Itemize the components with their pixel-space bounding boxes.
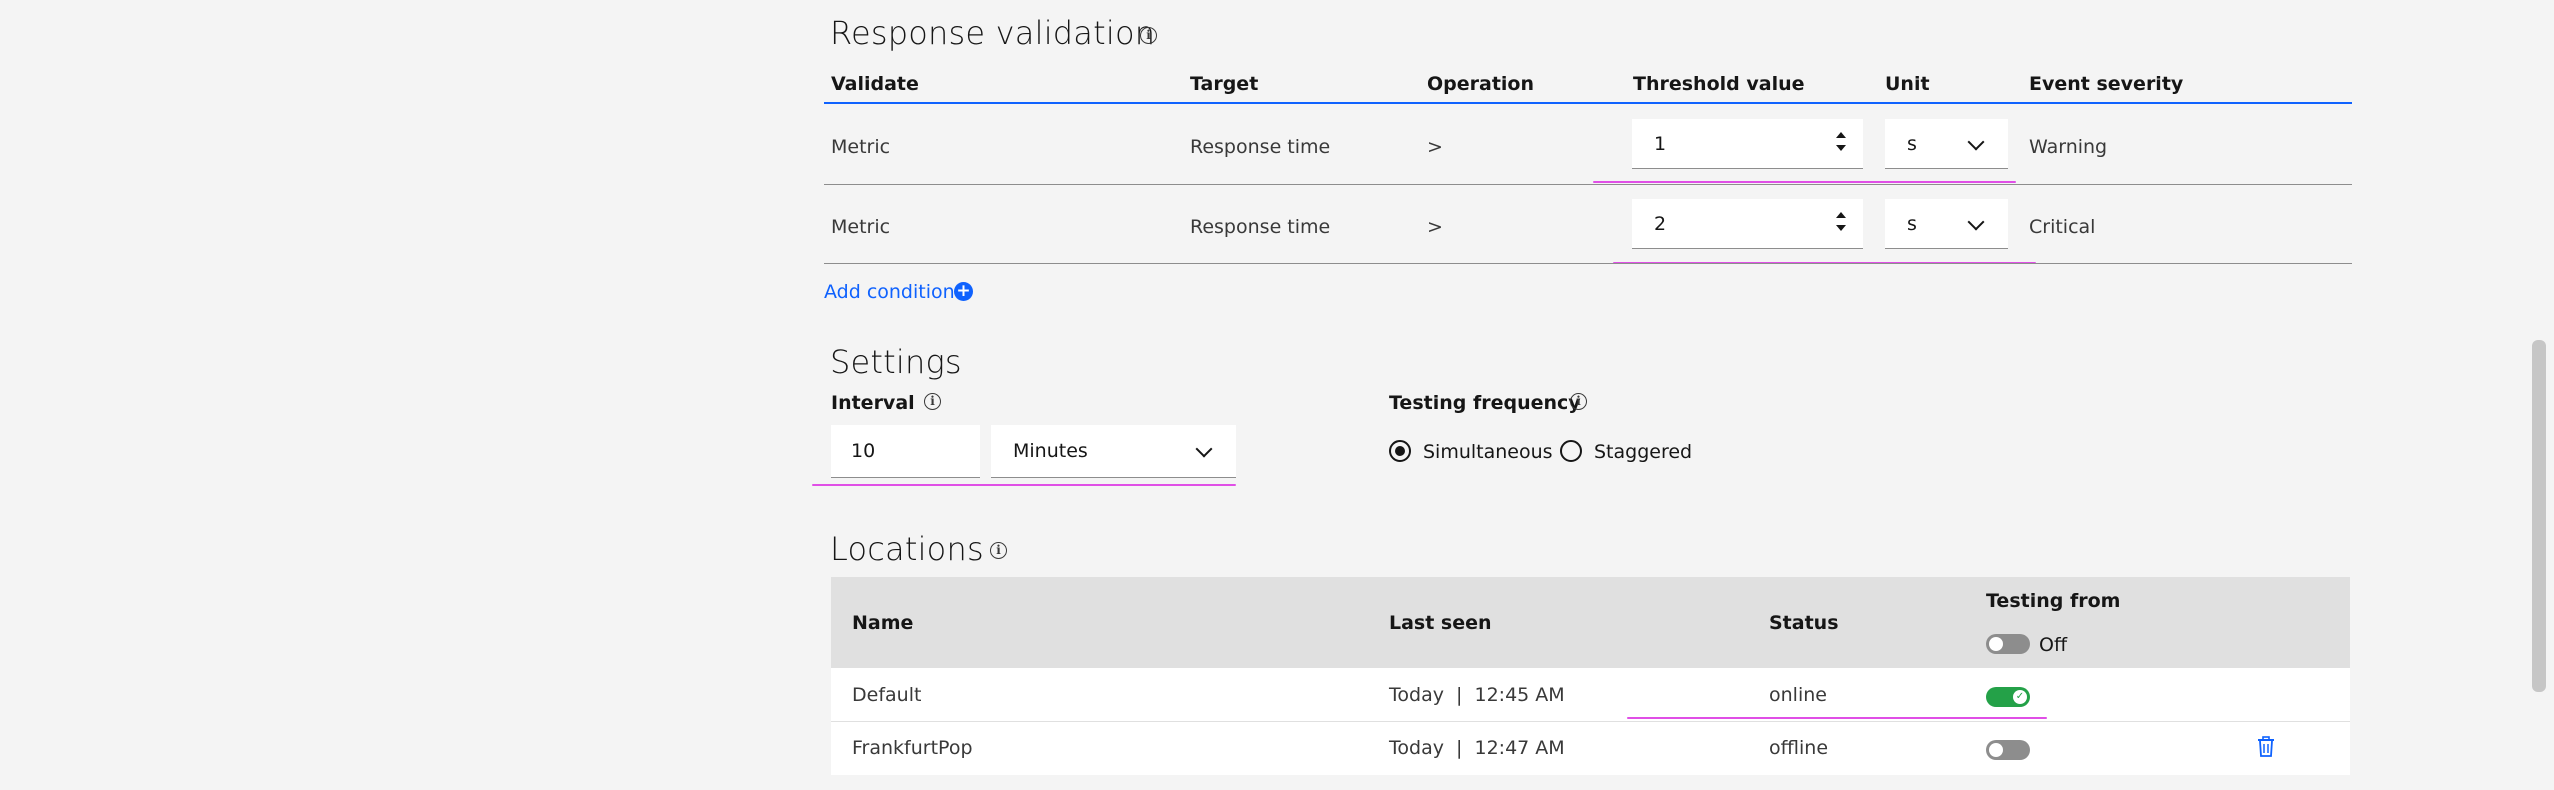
table-row [831, 668, 2350, 721]
response-validation-title: Response validation [830, 14, 1156, 52]
row2-severity: Critical [2029, 216, 2096, 238]
scrollbar-thumb[interactable] [2532, 340, 2546, 692]
unit-value-1: s [1907, 132, 1917, 155]
info-icon[interactable]: i [1570, 393, 1587, 410]
radio-simultaneous[interactable] [1389, 440, 1411, 462]
location-name: FrankfurtPop [852, 737, 973, 759]
testing-from-master-label: Off [2039, 634, 2068, 656]
chevron-down-icon [1967, 213, 1985, 231]
info-icon[interactable]: i [1140, 27, 1157, 44]
annotation-underline [1627, 717, 2047, 719]
unit-select-1[interactable]: s [1885, 119, 2008, 169]
interval-unit-select[interactable]: Minutes [991, 425, 1236, 478]
info-icon[interactable]: i [924, 393, 941, 410]
checkmark-icon: ✓ [2013, 690, 2027, 704]
row2-operation: > [1427, 216, 1443, 238]
threshold-input-2[interactable]: 2 [1632, 199, 1863, 249]
locations-table-header [831, 577, 2350, 668]
row1-target: Response time [1190, 136, 1331, 158]
location-name: Default [852, 684, 922, 706]
location-last-seen: Today | 12:47 AM [1389, 737, 1565, 759]
radio-staggered-label[interactable]: Staggered [1594, 441, 1692, 463]
threshold-input-1[interactable]: 1 [1632, 119, 1863, 169]
testing-frequency-label: Testing frequency [1389, 392, 1581, 414]
info-icon[interactable]: i [990, 542, 1007, 559]
threshold-value-1: 1 [1654, 132, 1667, 155]
col-status: Status [1769, 612, 1839, 634]
trash-icon[interactable] [2257, 736, 2275, 758]
add-condition-link[interactable]: Add condition [824, 281, 955, 303]
annotation-underline [1593, 181, 2016, 183]
radio-staggered[interactable] [1560, 440, 1582, 462]
settings-title: Settings [830, 343, 962, 381]
testing-toggle-frankfurtpop[interactable] [1986, 740, 2030, 760]
testing-toggle-default[interactable]: ✓ [1986, 687, 2030, 707]
number-stepper-icon[interactable] [1835, 132, 1847, 151]
col-target: Target [1190, 73, 1259, 95]
table-row [831, 722, 2350, 775]
row-divider [824, 263, 2352, 264]
unit-value-2: s [1907, 212, 1917, 235]
col-last-seen: Last seen [1389, 612, 1492, 634]
table-header-divider [824, 102, 2352, 104]
unit-select-2[interactable]: s [1885, 199, 2008, 249]
number-stepper-icon[interactable] [1835, 212, 1847, 231]
testing-from-master-toggle[interactable] [1986, 634, 2030, 654]
row2-target: Response time [1190, 216, 1331, 238]
row2-validate: Metric [831, 216, 891, 238]
locations-title: Locations [830, 530, 984, 568]
location-last-seen: Today | 12:45 AM [1389, 684, 1565, 706]
col-name: Name [852, 612, 914, 634]
threshold-value-2: 2 [1654, 212, 1667, 235]
row1-severity: Warning [2029, 136, 2108, 158]
col-validate: Validate [831, 73, 919, 95]
row1-validate: Metric [831, 136, 891, 158]
row-divider [824, 184, 2352, 185]
chevron-down-icon [1967, 133, 1985, 151]
col-testing-from: Testing from [1986, 590, 2121, 612]
interval-unit-value: Minutes [1013, 440, 1088, 462]
col-operation: Operation [1427, 73, 1535, 95]
interval-input[interactable]: 10 [831, 425, 980, 478]
radio-simultaneous-label[interactable]: Simultaneous [1423, 441, 1553, 463]
row1-operation: > [1427, 136, 1443, 158]
col-unit: Unit [1885, 73, 1930, 95]
chevron-down-icon [1195, 440, 1213, 458]
annotation-underline [812, 484, 1236, 486]
location-status: offline [1769, 737, 1829, 759]
interval-value: 10 [851, 440, 876, 462]
interval-label: Interval [831, 392, 915, 414]
location-status: online [1769, 684, 1827, 706]
col-event-severity: Event severity [2029, 73, 2184, 95]
col-threshold-value: Threshold value [1633, 73, 1805, 95]
add-circle-icon[interactable]: + [954, 282, 973, 301]
